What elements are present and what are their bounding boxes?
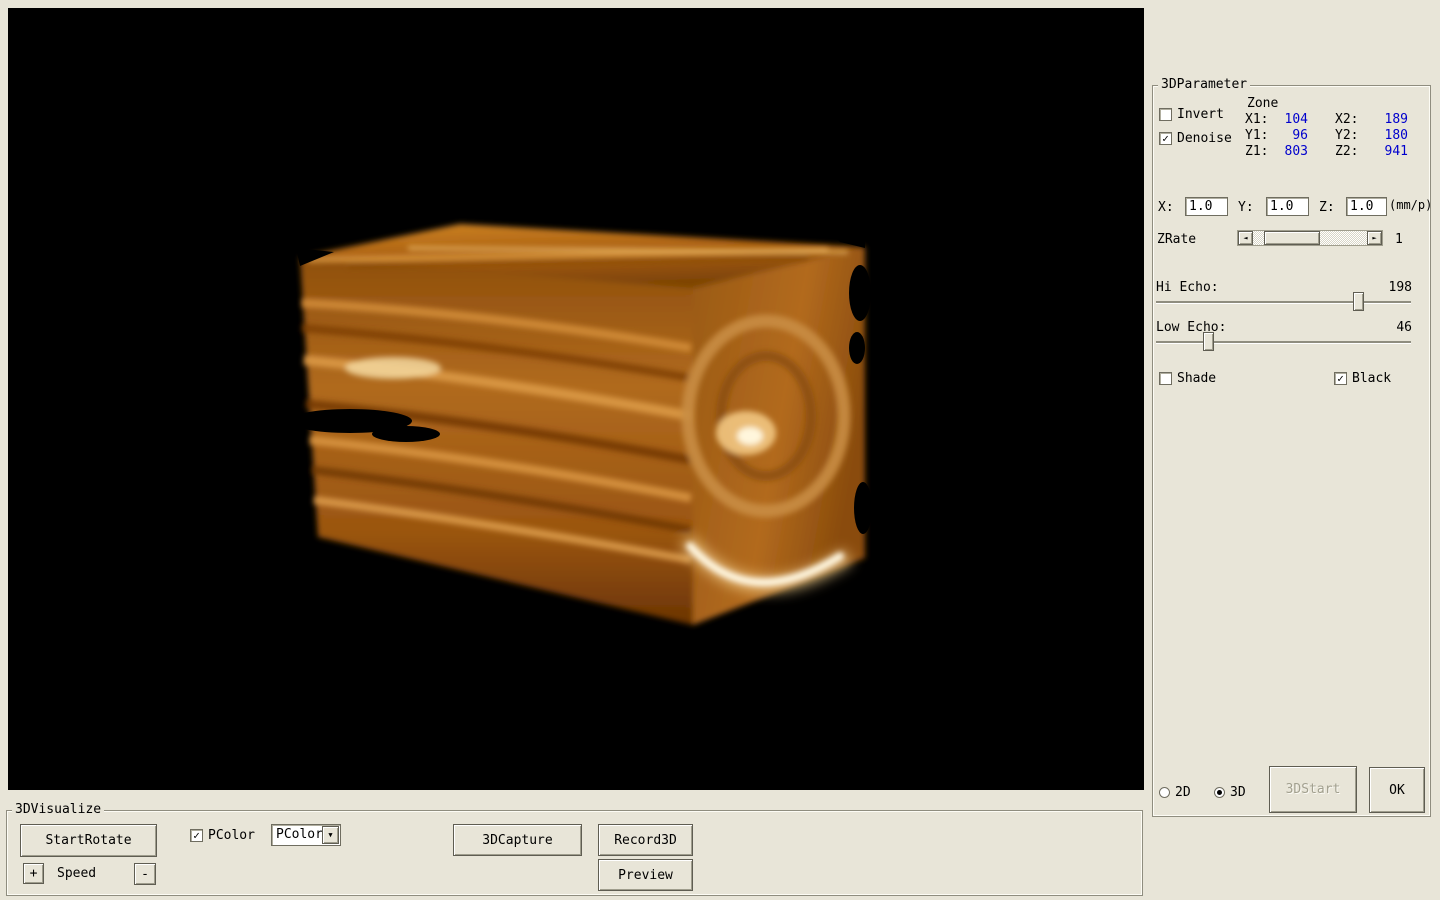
zone-x2-label: X2: xyxy=(1335,112,1362,127)
black-checkbox[interactable]: ✓ xyxy=(1334,372,1347,385)
invert-checkbox[interactable] xyxy=(1159,108,1172,121)
shade-row[interactable]: Shade xyxy=(1159,371,1216,386)
ok-button[interactable]: OK xyxy=(1369,767,1425,813)
shade-label: Shade xyxy=(1177,371,1216,386)
chevron-down-icon: ▼ xyxy=(328,831,332,839)
z-scale-label: Z: xyxy=(1319,200,1335,215)
check-icon: ✓ xyxy=(193,830,200,841)
start-rotate-button[interactable]: StartRotate xyxy=(20,824,157,857)
ok-button-label: OK xyxy=(1389,783,1405,798)
zone-z1-label: Z1: xyxy=(1245,144,1272,159)
y-scale-label: Y: xyxy=(1238,200,1254,215)
mode-2d-radio[interactable] xyxy=(1159,787,1170,798)
pcolor-dropdown-value: PColor xyxy=(276,827,323,842)
mode-3d-label: 3D xyxy=(1230,785,1246,800)
black-label: Black xyxy=(1352,371,1391,386)
zone-y2-label: Y2: xyxy=(1335,128,1362,143)
arrow-left-icon: ◄ xyxy=(1243,234,1247,242)
speed-plus-button[interactable]: + xyxy=(23,863,44,884)
record-3d-button[interactable]: Record3D xyxy=(598,824,693,856)
pcolor-row[interactable]: ✓ PColor xyxy=(190,828,255,843)
zone-title: Zone xyxy=(1247,96,1408,111)
volume-render-image xyxy=(288,208,888,648)
app-window: 3DParameter Invert ✓ Denoise Zone X1: 10… xyxy=(0,0,1440,900)
mode-3d-radio[interactable] xyxy=(1214,787,1225,798)
parameter-panel: 3DParameter Invert ✓ Denoise Zone X1: 10… xyxy=(1152,85,1431,817)
zrate-scroll-left-button[interactable]: ◄ xyxy=(1238,231,1253,245)
mode-2d-label: 2D xyxy=(1175,785,1191,800)
zone-row-y: Y1: 96 Y2: 180 xyxy=(1245,127,1408,143)
zone-x1-label: X1: xyxy=(1245,112,1272,127)
shade-checkbox[interactable] xyxy=(1159,372,1172,385)
y-scale-input[interactable] xyxy=(1266,197,1309,216)
zone-z2-label: Z2: xyxy=(1335,144,1362,159)
z-scale-input[interactable] xyxy=(1346,197,1387,216)
denoise-checkbox[interactable]: ✓ xyxy=(1159,132,1172,145)
zrate-label: ZRate xyxy=(1157,232,1196,247)
x-scale-input[interactable] xyxy=(1185,197,1228,216)
zone-x1-value: 104 xyxy=(1272,112,1308,127)
scale-unit-label: (mm/p) xyxy=(1389,198,1432,212)
start-rotate-button-label: StartRotate xyxy=(45,833,131,848)
capture-3d-button-label: 3DCapture xyxy=(482,833,552,848)
pcolor-dropdown[interactable]: PColor ▼ xyxy=(271,824,341,846)
zrate-value: 1 xyxy=(1395,232,1403,247)
low-echo-slider[interactable] xyxy=(1156,331,1411,353)
preview-button-label: Preview xyxy=(618,868,673,883)
hi-echo-slider-track xyxy=(1156,301,1411,304)
mode-3d-row[interactable]: 3D xyxy=(1214,785,1246,800)
check-icon: ✓ xyxy=(1162,133,1169,144)
mode-2d-row[interactable]: 2D xyxy=(1159,785,1191,800)
denoise-row[interactable]: ✓ Denoise xyxy=(1159,131,1232,146)
preview-button[interactable]: Preview xyxy=(598,859,693,891)
viewport-3d[interactable] xyxy=(8,8,1144,790)
capture-3d-button[interactable]: 3DCapture xyxy=(453,824,582,856)
low-echo-slider-thumb[interactable] xyxy=(1203,332,1214,351)
pcolor-dropdown-button[interactable]: ▼ xyxy=(322,826,339,844)
zone-z2-value: 941 xyxy=(1362,144,1408,159)
speed-minus-button[interactable]: - xyxy=(134,863,156,885)
start3d-button-label: 3DStart xyxy=(1286,782,1341,797)
black-row[interactable]: ✓ Black xyxy=(1334,371,1391,386)
hi-echo-slider-thumb[interactable] xyxy=(1353,292,1364,311)
invert-label: Invert xyxy=(1177,107,1224,122)
denoise-label: Denoise xyxy=(1177,131,1232,146)
speed-label: Speed xyxy=(57,866,96,881)
zone-y1-value: 96 xyxy=(1272,128,1308,143)
zone-x2-value: 189 xyxy=(1362,112,1408,127)
speed-minus-button-label: - xyxy=(141,867,149,882)
zone-row-z: Z1: 803 Z2: 941 xyxy=(1245,143,1408,159)
zone-y1-label: Y1: xyxy=(1245,128,1272,143)
visualize-panel: 3DVisualize StartRotate ✓ PColor PColor … xyxy=(6,810,1143,896)
pcolor-label: PColor xyxy=(208,828,255,843)
arrow-right-icon: ► xyxy=(1372,234,1376,242)
speed-plus-button-label: + xyxy=(30,866,38,881)
visualize-panel-title: 3DVisualize xyxy=(12,802,104,818)
zone-row-x: X1: 104 X2: 189 xyxy=(1245,111,1408,127)
zrate-scrollbar-thumb[interactable] xyxy=(1264,231,1320,245)
invert-row[interactable]: Invert xyxy=(1159,107,1224,122)
check-icon: ✓ xyxy=(1337,373,1344,384)
low-echo-slider-track xyxy=(1156,341,1411,344)
record-3d-button-label: Record3D xyxy=(614,833,677,848)
parameter-panel-title: 3DParameter xyxy=(1158,77,1250,93)
x-scale-label: X: xyxy=(1158,200,1174,215)
zrate-scroll-right-button[interactable]: ► xyxy=(1367,231,1382,245)
radio-dot xyxy=(1217,790,1222,795)
hi-echo-slider[interactable] xyxy=(1156,291,1411,313)
pcolor-checkbox[interactable]: ✓ xyxy=(190,829,203,842)
zrate-scrollbar[interactable]: ◄ ► xyxy=(1237,230,1383,246)
zone-y2-value: 180 xyxy=(1362,128,1408,143)
start3d-button[interactable]: 3DStart xyxy=(1269,766,1357,813)
zone-z1-value: 803 xyxy=(1272,144,1308,159)
zone-group: Zone X1: 104 X2: 189 Y1: 96 Y2: 180 Z1: … xyxy=(1245,96,1408,159)
